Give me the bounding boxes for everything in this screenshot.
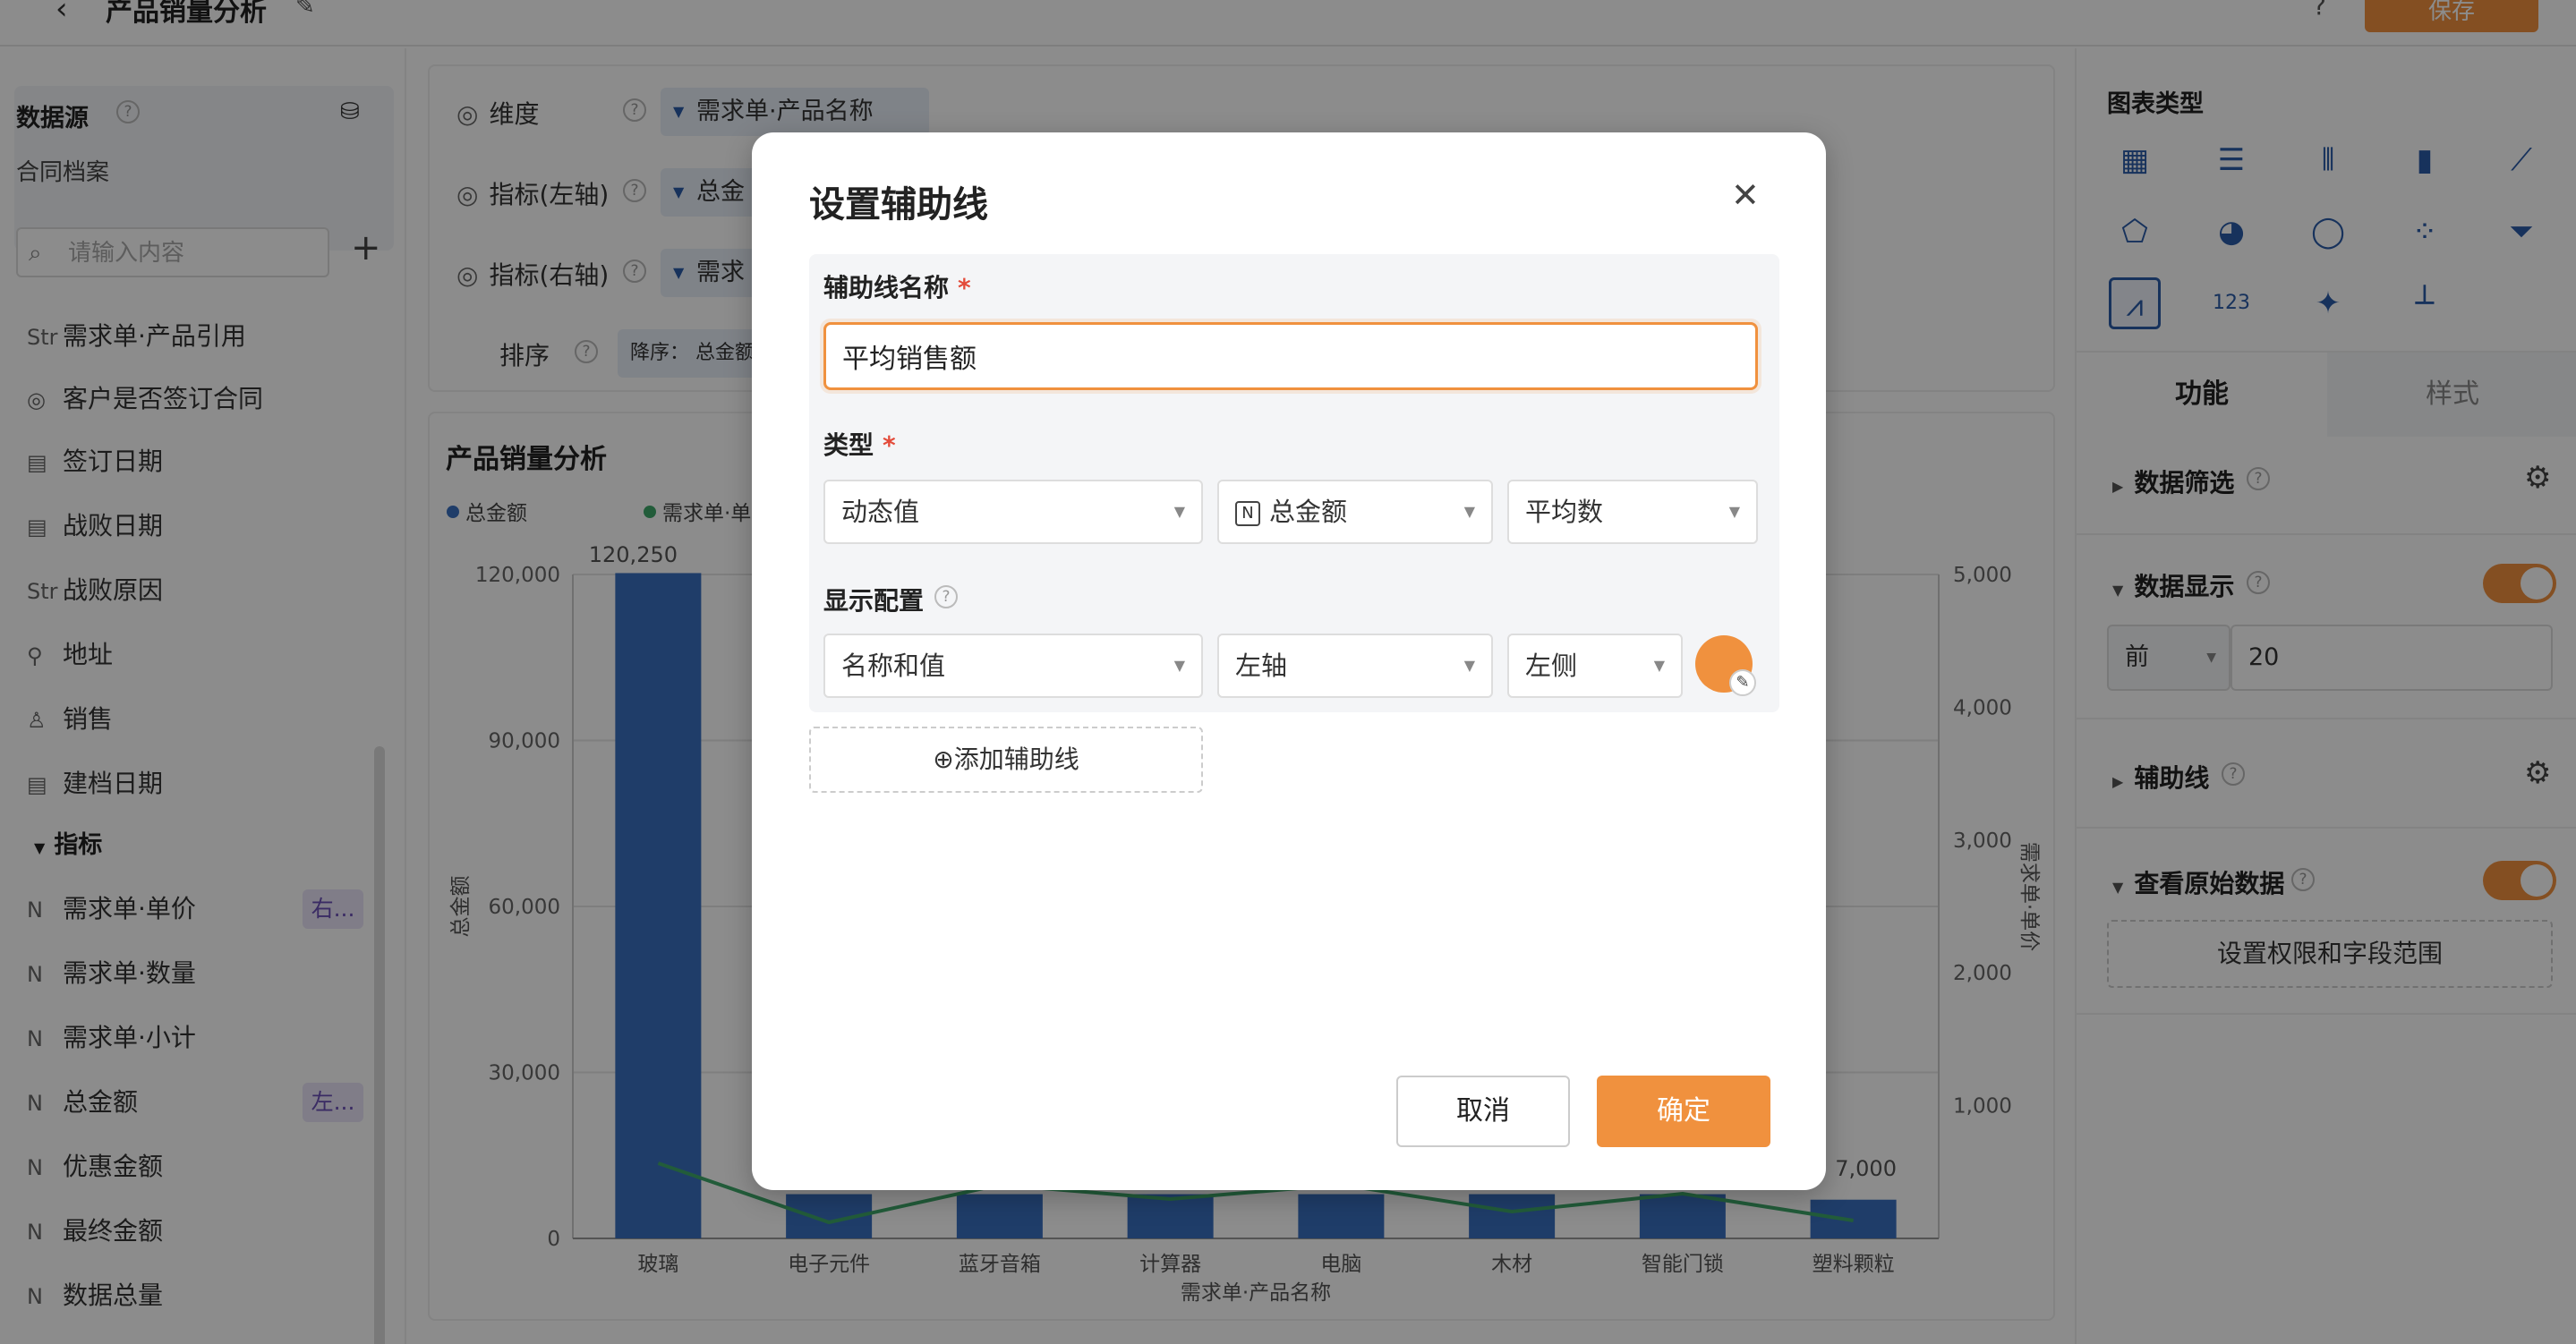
aggregation-select[interactable]: 平均数 ▼: [1507, 480, 1758, 544]
caret-down-icon: ▼: [1653, 657, 1665, 674]
add-auxline-label: 添加辅助线: [953, 744, 1079, 774]
color-picker[interactable]: ✎: [1695, 635, 1756, 696]
close-icon[interactable]: ✕: [1731, 175, 1760, 215]
caret-down-icon: ▼: [1173, 657, 1185, 674]
auxline-name-input[interactable]: [823, 322, 1758, 390]
add-auxline-button[interactable]: ⊕添加辅助线: [809, 727, 1203, 793]
caret-down-icon: ▼: [1463, 657, 1475, 674]
display-value: 名称和值: [841, 651, 946, 681]
name-label-text: 辅助线名称: [823, 273, 950, 302]
dialog-title: 设置辅助线: [809, 184, 988, 225]
number-type-icon: N: [1235, 501, 1260, 526]
type-label-text: 类型: [823, 430, 874, 460]
required-mark: *: [958, 273, 971, 302]
type-label: 类型 *: [823, 426, 896, 462]
field-select[interactable]: N 总金额 ▼: [1217, 480, 1493, 544]
display-config-label: 显示配置: [823, 586, 925, 616]
help-icon[interactable]: ?: [934, 585, 958, 608]
axis-value: 左轴: [1235, 651, 1288, 681]
side-value: 左侧: [1525, 651, 1578, 681]
caret-down-icon: ▼: [1173, 503, 1185, 520]
add-circle-icon: ⊕: [933, 744, 954, 774]
aggregation-value: 平均数: [1525, 497, 1604, 527]
caret-down-icon: ▼: [1728, 503, 1740, 520]
name-label: 辅助线名称 *: [823, 268, 971, 304]
field-value: 总金额: [1269, 497, 1348, 527]
cancel-button[interactable]: 取消: [1396, 1076, 1570, 1147]
required-mark: *: [883, 430, 896, 460]
side-select[interactable]: 左侧 ▼: [1507, 634, 1683, 698]
caret-down-icon: ▼: [1463, 503, 1475, 520]
app-window: ‹ 产品销量分析 ✎ ? 保存 数据源 ? ⛁ 合同档案 ⌕ + Str需求单·…: [0, 0, 2576, 1344]
axis-select[interactable]: 左轴 ▼: [1217, 634, 1493, 698]
confirm-button[interactable]: 确定: [1597, 1076, 1770, 1147]
display-select[interactable]: 名称和值 ▼: [823, 634, 1203, 698]
edit-icon: ✎: [1729, 669, 1756, 696]
type-select[interactable]: 动态值 ▼: [823, 480, 1203, 544]
auxline-dialog: 设置辅助线 ✕ 辅助线名称* 类型* 动态值▼ N总金额▼ 平均数▼ 显示配置 …: [752, 132, 1826, 1190]
type-value: 动态值: [841, 497, 920, 527]
